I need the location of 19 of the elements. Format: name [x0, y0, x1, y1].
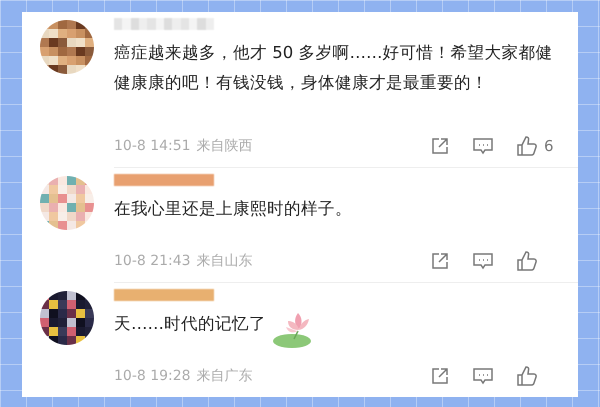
- like-button[interactable]: 6: [516, 135, 556, 157]
- pixelated-avatar: [40, 291, 94, 345]
- comment-location: 来自广东: [196, 367, 253, 385]
- pixelated-avatar: [40, 20, 94, 74]
- comment-text: 癌症越来越多，他才 50 多岁啊……好可惜！希望大家都健健康康的吧！有钱没钱，身体健康才是最重要的！: [114, 42, 554, 94]
- comment-text: 天……时代的记忆了: [114, 313, 266, 335]
- comment-location: 来自山东: [196, 252, 253, 270]
- share-icon[interactable]: [430, 366, 450, 386]
- share-icon[interactable]: [430, 251, 450, 271]
- share-icon[interactable]: [430, 136, 450, 156]
- comment-location: 来自陕西: [196, 137, 253, 155]
- comment-time: 10-8 21:43: [114, 253, 191, 269]
- pixelated-avatar: [40, 176, 94, 230]
- comment-time: 10-8 19:28: [114, 368, 191, 384]
- comment-icon[interactable]: [472, 366, 494, 386]
- comment-icon[interactable]: [472, 136, 494, 156]
- comment-time: 10-8 14:51: [114, 138, 191, 154]
- comment-text: 在我心里还是上康熙时的样子。: [114, 198, 352, 220]
- comment-icon[interactable]: [472, 251, 494, 271]
